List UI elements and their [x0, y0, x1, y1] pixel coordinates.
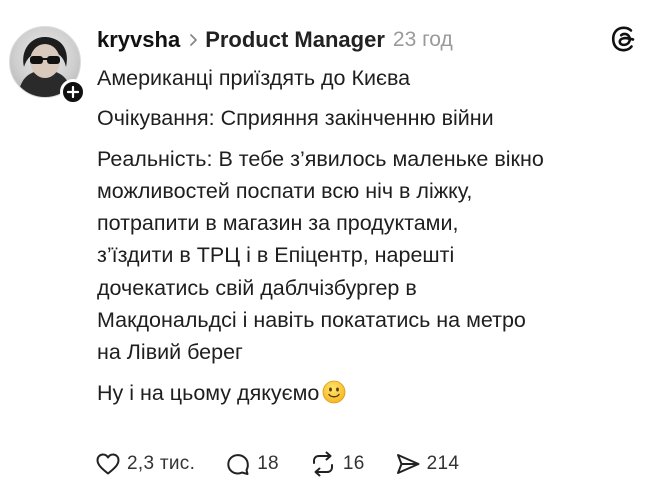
post-line: Макдональдсі і навіть покататись на метр… — [97, 308, 526, 333]
like-count: 2,3 тис. — [127, 453, 196, 474]
post-line: можливостей поспати всю ніч в ліжку, — [97, 178, 473, 203]
post-line: Реальність: В тебе з’явилось маленьке ві… — [97, 146, 544, 171]
send-icon — [396, 454, 420, 474]
smiling-face-emoji-icon — [322, 380, 346, 413]
post-body: Американці приїздять до Києва Очікування… — [97, 62, 647, 413]
plus-icon — [67, 86, 79, 98]
repost-button[interactable]: 16 — [309, 451, 365, 477]
post-line: дочекатись свій даблчізбургер в — [97, 275, 417, 300]
post-line: Американці приїздять до Києва — [97, 66, 411, 90]
post-line-text: Ну і на цьому дякуємо — [97, 380, 320, 405]
reply-button[interactable]: 18 — [225, 451, 279, 477]
post-timestamp: 23 год — [392, 28, 453, 51]
share-button[interactable]: 214 — [395, 452, 460, 476]
repost-count: 16 — [342, 453, 365, 474]
post-line: на Лівий берег — [97, 340, 243, 365]
avatar-container[interactable] — [9, 26, 86, 105]
comment-icon — [227, 454, 249, 475]
post-line-last: Ну і на цьому дякуємо — [97, 377, 647, 413]
post-actions: 2,3 тис. 18 16 214 — [95, 449, 489, 479]
like-button[interactable]: 2,3 тис. — [95, 452, 195, 476]
share-count: 214 — [426, 453, 460, 474]
username-link[interactable]: kryvsha — [97, 27, 180, 53]
post-line: з’їздити в ТРЦ і в Епіцентр, нарешті — [97, 243, 455, 268]
threads-logo-icon — [609, 24, 639, 54]
chevron-right-icon — [189, 33, 198, 47]
post-line: потрапити в магазин за продуктами, — [97, 211, 459, 236]
heart-icon — [96, 453, 120, 475]
repost-icon — [312, 451, 333, 477]
reply-count: 18 — [257, 453, 279, 474]
post-header: kryvsha Product Manager 23 год — [97, 26, 453, 54]
follow-button[interactable] — [60, 79, 86, 105]
topic-link[interactable]: Product Manager — [205, 27, 385, 53]
post-line: Очікування: Сприяння закінченню війни — [97, 106, 494, 131]
